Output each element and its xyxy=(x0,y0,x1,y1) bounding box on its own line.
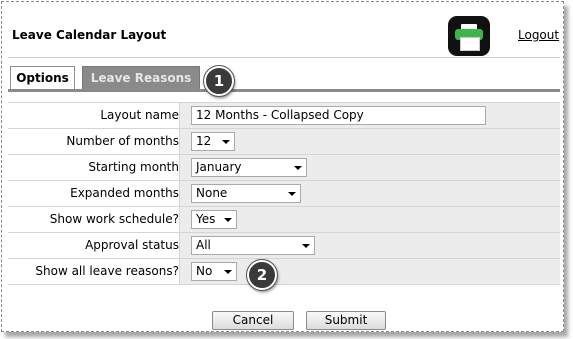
tab-underline xyxy=(8,89,560,92)
form-row-all-leave-reasons: Show all leave reasons? No xyxy=(8,259,560,285)
printer-icon[interactable] xyxy=(448,16,490,56)
form-row-layout-name: Layout name 12 Months - Collapsed Copy xyxy=(8,102,560,129)
page-frame: Leave Calendar Layout Logout Options Lea… xyxy=(1,1,564,332)
expanded-months-value: None xyxy=(196,186,228,200)
starting-month-value: January xyxy=(196,160,242,174)
months-displayed-value: 12 xyxy=(196,134,212,148)
expanded-months-select[interactable]: None xyxy=(191,184,301,203)
chevron-down-icon xyxy=(302,244,310,248)
page-title: Leave Calendar Layout xyxy=(12,28,167,42)
approval-status-label: Approval status xyxy=(8,233,180,258)
work-schedule-select[interactable]: Yes xyxy=(191,210,237,229)
submit-button[interactable]: Submit xyxy=(306,311,386,330)
all-leave-reasons-select[interactable]: No xyxy=(191,262,237,281)
callout-badge-1: 1 xyxy=(203,65,235,97)
header: Leave Calendar Layout Logout xyxy=(2,2,563,58)
starting-month-label: Starting month xyxy=(8,155,180,180)
expanded-months-label: Expanded months xyxy=(8,181,180,206)
form-row-expanded-months: Expanded months None xyxy=(8,181,560,207)
approval-status-select[interactable]: All xyxy=(191,236,315,255)
all-leave-reasons-value: No xyxy=(196,264,213,278)
months-displayed-label: Number of months displayed xyxy=(8,129,180,173)
all-leave-reasons-label: Show all leave reasons? xyxy=(8,259,180,284)
chevron-down-icon xyxy=(294,166,302,170)
months-displayed-select[interactable]: 12 xyxy=(191,132,235,151)
options-form: Layout name 12 Months - Collapsed Copy N… xyxy=(8,102,560,285)
chevron-down-icon xyxy=(222,140,230,144)
tab-leave-reasons[interactable]: Leave Reasons xyxy=(82,66,200,89)
starting-month-select[interactable]: January xyxy=(191,158,307,177)
form-row-work-schedule: Show work schedule? Yes xyxy=(8,207,560,233)
approval-status-value: All xyxy=(196,238,211,252)
form-row-approval-status: Approval status All xyxy=(8,233,560,259)
form-row-months-displayed: Number of months displayed 12 xyxy=(8,129,560,173)
cancel-button[interactable]: Cancel xyxy=(212,311,294,330)
header-divider xyxy=(8,57,560,58)
form-row-starting-month: Starting month January xyxy=(8,155,560,181)
layout-name-label: Layout name xyxy=(8,103,180,128)
chevron-down-icon xyxy=(224,270,232,274)
work-schedule-value: Yes xyxy=(196,212,216,226)
chevron-down-icon xyxy=(288,192,296,196)
tab-options[interactable]: Options xyxy=(10,66,75,90)
callout-badge-2: 2 xyxy=(246,259,278,291)
logout-link[interactable]: Logout xyxy=(518,28,559,42)
chevron-down-icon xyxy=(224,218,232,222)
work-schedule-label: Show work schedule? xyxy=(8,207,180,232)
layout-name-input[interactable]: 12 Months - Collapsed Copy xyxy=(191,106,486,125)
